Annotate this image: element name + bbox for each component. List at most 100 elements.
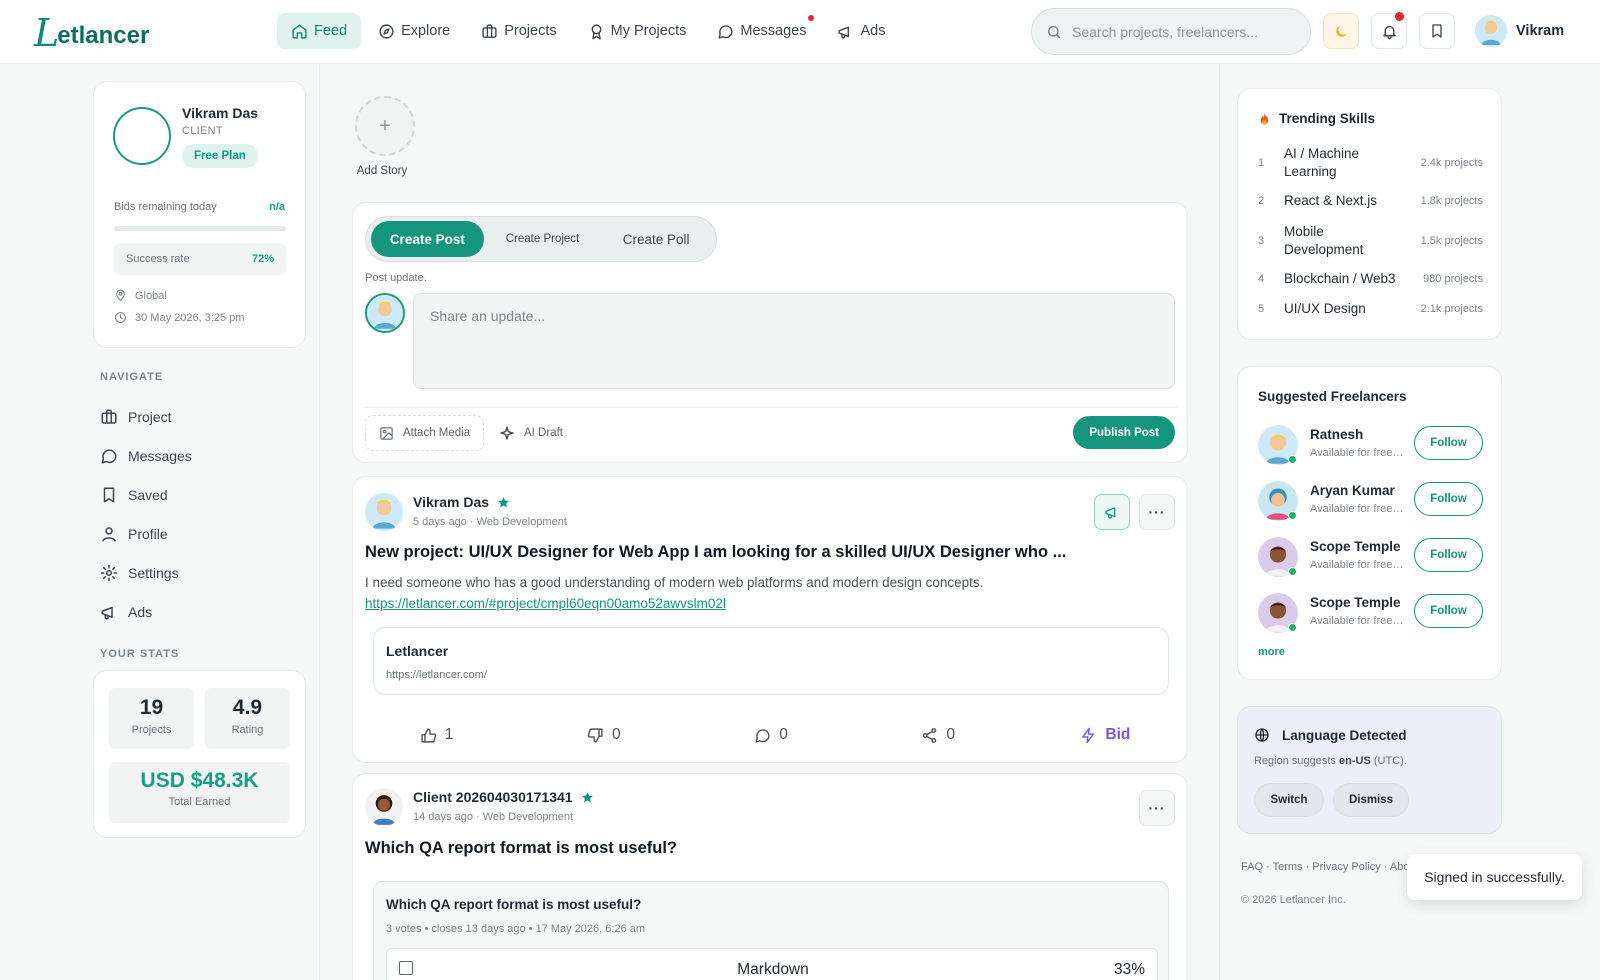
thumbs-down-icon [587,727,604,744]
bookmark-icon [1429,23,1445,39]
dismiss-language-button[interactable]: Dismiss [1333,783,1409,817]
freelancer-name[interactable]: Scope Temple [1310,595,1404,610]
trending-skill-item[interactable]: 2 React & Next.js 1.8k projects [1258,192,1483,210]
suggested-title: Suggested Freelancers [1258,389,1407,404]
footer-links[interactable]: FAQ · Terms · Privacy Policy · About [1241,861,1419,873]
success-rate-value: 72% [251,253,274,265]
nav-projects[interactable]: Projects [467,13,570,49]
comment-button[interactable]: 0 [687,715,854,755]
online-indicator [1288,567,1297,576]
tab-create-post[interactable]: Create Post [371,221,484,257]
promote-button[interactable] [1094,494,1130,530]
earned-label: Total Earned [168,796,231,808]
post-link[interactable]: https://letlancer.com/#project/cmpl60eqn… [365,596,726,611]
profile-name[interactable]: Vikram Das [182,105,258,121]
post-title[interactable]: New project: UI/UX Designer for Web App … [365,543,1066,562]
post-author[interactable]: Client 202604030171341 [413,789,594,805]
post-author[interactable]: Vikram Das [413,494,510,510]
toast-notification: Signed in successfully. [1407,854,1582,900]
switch-language-button[interactable]: Switch [1254,783,1324,817]
search-bar[interactable] [1031,8,1311,55]
post-title[interactable]: Which QA report format is most useful? [365,839,677,858]
bids-label: Bids remaining today [114,201,217,213]
side-nav-saved[interactable]: Saved [100,475,192,514]
ai-draft-button[interactable]: AI Draft [499,415,563,451]
freelancer-name[interactable]: Scope Temple [1310,539,1404,554]
share-button[interactable]: 0 [855,715,1022,755]
like-button[interactable]: 1 [353,715,520,755]
search-input[interactable] [1072,23,1292,40]
theme-toggle-button[interactable] [1323,13,1359,49]
trending-skill-item[interactable]: 5 UI/UX Design 2.1k projects [1258,300,1483,318]
follow-button[interactable]: Follow [1414,482,1483,516]
message-icon [100,447,118,465]
side-nav-settings[interactable]: Settings [100,553,192,592]
add-story-label: Add Story [356,165,408,177]
avatar [365,293,405,333]
nav-ads-label: Ads [860,23,886,39]
briefcase-icon [100,408,118,426]
saved-button[interactable] [1419,13,1455,49]
follow-button[interactable]: Follow [1414,594,1483,628]
trending-skill-item[interactable]: 3 Mobile Development 1.5k projects [1258,223,1483,259]
avatar[interactable] [365,788,403,826]
dislike-button[interactable]: 0 [520,715,687,755]
projects-stat: 19 Projects [109,688,194,749]
user-menu[interactable]: Vikram [1475,15,1564,47]
post-more-button[interactable]: ··· [1139,494,1175,530]
poll-option[interactable]: Markdown 33% [386,948,1158,980]
post-more-button[interactable]: ··· [1139,790,1175,826]
post-textarea[interactable] [413,293,1175,389]
nav-explore[interactable]: Explore [364,13,464,49]
tab-create-poll[interactable]: Create Poll [601,221,711,257]
attach-media-button[interactable]: Attach Media [365,415,485,451]
skill-count: 1.5k projects [1420,235,1483,247]
add-story[interactable]: + Add Story [355,96,415,177]
side-nav-ads[interactable]: Ads [100,592,192,631]
image-icon [379,426,394,441]
bid-button[interactable]: Bid [1022,715,1189,755]
freelancer-name[interactable]: Aryan Kumar [1310,483,1404,498]
avatar[interactable] [113,107,171,165]
letlancer-logo[interactable]: L etlancer [34,14,149,52]
more-freelancers-link[interactable]: more [1258,646,1285,658]
comment-count: 0 [779,726,788,743]
language-title: Language Detected [1254,727,1407,743]
search-icon [1046,24,1062,40]
side-nav-profile[interactable]: Profile [100,514,192,553]
link-preview-card[interactable]: Letlancer https://letlancer.com/ [373,627,1169,695]
trending-skill-item[interactable]: 4 Blockchain / Web3 980 projects [1258,270,1483,288]
freelancer-name[interactable]: Ratnesh [1310,427,1404,442]
plan-badge[interactable]: Free Plan [182,144,258,168]
more-icon: ··· [1148,504,1166,520]
nav-my-projects[interactable]: My Projects [574,13,701,49]
side-nav-project[interactable]: Project [100,397,192,436]
trending-skill-item[interactable]: 1 AI / Machine Learning 2.4k projects [1258,145,1483,181]
avatar[interactable] [365,493,403,531]
location-row: Global [114,289,167,302]
plus-icon: + [355,96,415,156]
gear-icon [100,564,118,582]
nav-messages-label: Messages [740,23,807,39]
megaphone-icon [100,603,118,621]
clock-icon [114,311,127,324]
follow-button[interactable]: Follow [1414,426,1483,460]
publish-post-button[interactable]: Publish Post [1073,416,1175,449]
moon-icon [1333,23,1350,40]
nav-ads[interactable]: Ads [823,13,899,49]
poll-meta: 3 votes • closes 13 days ago • 17 May 20… [386,923,646,935]
online-indicator [1288,623,1297,632]
notifications-button[interactable] [1371,12,1407,49]
follow-button[interactable]: Follow [1414,538,1483,572]
tab-create-project[interactable]: Create Project [484,221,602,257]
unread-dot [808,15,815,21]
lightning-icon [1080,727,1097,744]
nav-messages[interactable]: Messages [703,13,820,49]
nav-feed[interactable]: Feed [277,13,362,49]
bell-icon [1381,23,1398,40]
post-author-name: Vikram Das [413,494,490,510]
poll-question: Which QA report format is most useful? [386,897,642,912]
freelancer-item: Aryan Kumar Available for freelance Foll… [1258,481,1483,521]
right-divider [1219,64,1220,980]
side-nav-messages[interactable]: Messages [100,436,192,475]
